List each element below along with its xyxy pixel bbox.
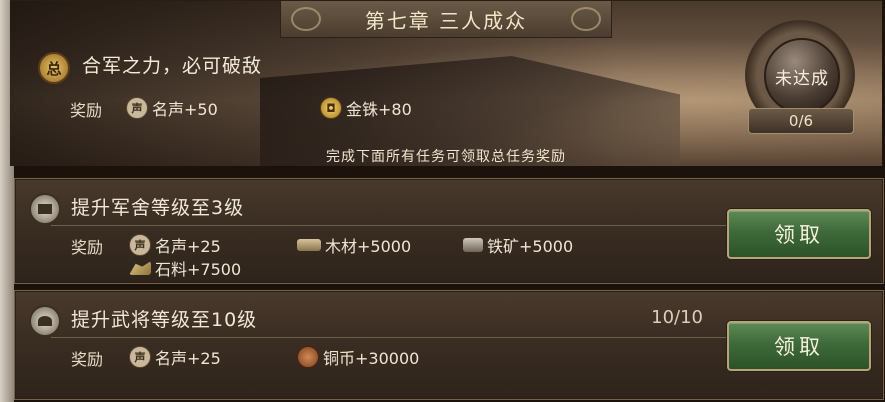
cloud-ornament-icon [571, 7, 601, 31]
status-medallion: 未达成 [764, 38, 840, 114]
fame-icon: 声 [129, 346, 151, 368]
chapter-title-plate: 第七章 三人成众 [280, 1, 612, 38]
copper-coin-icon [297, 346, 319, 368]
reward-wood: 木材+5000 [297, 233, 411, 257]
chapter-title: 第七章 三人成众 [364, 8, 528, 33]
stone-icon [129, 261, 151, 275]
task-progress: 10/10 [651, 307, 703, 328]
fame-icon: 声 [126, 97, 148, 119]
divider [51, 337, 731, 338]
reward-iron: 铁矿+5000 [463, 233, 573, 257]
reward-gold: ◘ 金铢+80 [320, 96, 412, 120]
cloud-ornament-icon [291, 7, 321, 31]
chapter-progress: 0/6 [748, 108, 854, 134]
reward-copper: 铜币+30000 [297, 345, 419, 369]
main-task-title: 合军之力，必可破敌 [82, 55, 263, 77]
task-title: 提升武将等级至10级 [71, 309, 258, 331]
reward-label: 奖励 [70, 101, 103, 120]
task-row: 提升军舍等级至3级 奖励 声 名声+25 木材+5000 铁矿+5000 石料+… [14, 178, 884, 284]
divider [51, 225, 731, 226]
fame-icon: 声 [129, 234, 151, 256]
summary-badge-icon: 总 [38, 52, 70, 84]
wood-icon [297, 239, 321, 251]
reward-label: 奖励 [71, 350, 104, 369]
task-row: 提升武将等级至10级 10/10 奖励 声 名声+25 铜币+30000 领取 [14, 290, 884, 400]
iron-ore-icon [463, 238, 483, 252]
task-title: 提升军舍等级至3级 [71, 197, 245, 219]
reward-fame: 声 名声+50 [126, 96, 218, 120]
general-icon [29, 305, 61, 337]
reward-fame: 声 名声+25 [129, 345, 221, 369]
completion-hint: 完成下面所有任务可领取总任务奖励 [326, 149, 566, 165]
barracks-icon [29, 193, 61, 225]
reward-stone: 石料+7500 [129, 256, 241, 280]
claim-button[interactable]: 领取 [727, 209, 871, 259]
reward-fame: 声 名声+25 [129, 233, 221, 257]
gold-coin-icon: ◘ [320, 97, 342, 119]
claim-button[interactable]: 领取 [727, 321, 871, 371]
reward-label: 奖励 [71, 238, 104, 257]
